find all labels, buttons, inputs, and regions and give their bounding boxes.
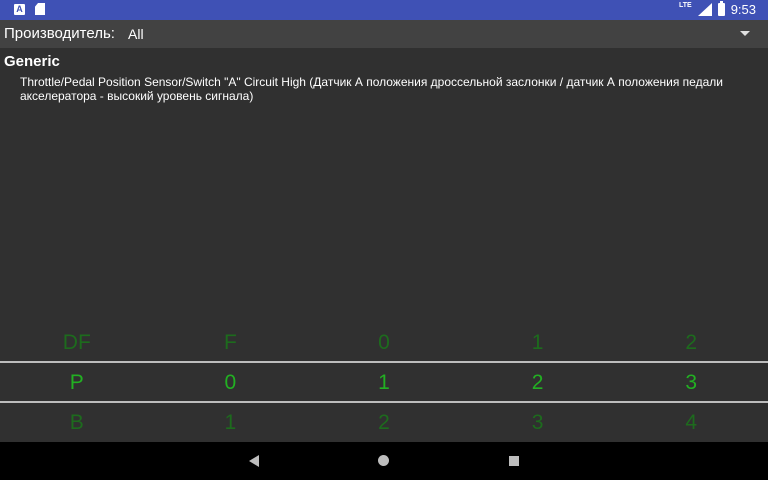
section-title: Generic <box>4 53 60 70</box>
picker-cell[interactable]: 0 <box>307 324 461 362</box>
picker-divider-bottom <box>0 401 768 403</box>
picker-cell[interactable]: 1 <box>461 324 615 362</box>
status-right-icons: LTE 9:53 <box>678 1 756 17</box>
picker-cell-selected[interactable]: 0 <box>154 364 308 402</box>
picker-cell-selected[interactable]: P <box>0 364 154 402</box>
picker-cell[interactable]: B <box>0 404 154 442</box>
picker-row-selected: P 0 1 2 3 <box>0 364 768 402</box>
picker-cell[interactable]: 4 <box>614 404 768 442</box>
picker-cell-selected[interactable]: 2 <box>461 364 615 402</box>
clock: 9:53 <box>730 2 756 17</box>
status-left-icons: A <box>14 3 45 15</box>
picker-cell[interactable]: DF <box>0 324 154 362</box>
signal-icon <box>697 3 712 16</box>
manufacturer-label: Производитель: <box>4 25 115 42</box>
manufacturer-value[interactable]: All <box>128 26 144 42</box>
dropdown-arrow-icon[interactable] <box>740 31 750 36</box>
status-bar: A LTE 9:53 <box>0 0 768 20</box>
app-screen: A LTE 9:53 Производитель: All Generic Th… <box>0 0 768 480</box>
sd-card-icon <box>35 3 45 15</box>
picker-cell[interactable]: 3 <box>461 404 615 442</box>
picker-cell[interactable]: 2 <box>307 404 461 442</box>
recent-apps-icon[interactable] <box>509 456 519 466</box>
network-type-label: LTE <box>678 2 692 9</box>
picker-divider-top <box>0 361 768 363</box>
picker-row-previous: DF F 0 1 2 <box>0 324 768 362</box>
picker-row-next: B 1 2 3 4 <box>0 404 768 442</box>
a-notification-icon: A <box>14 3 25 15</box>
picker-cell[interactable]: F <box>154 324 308 362</box>
picker-cell-selected[interactable]: 1 <box>307 364 461 402</box>
picker-cell-selected[interactable]: 3 <box>614 364 768 402</box>
code-picker[interactable]: DF F 0 1 2 P 0 1 2 3 B 1 2 3 4 <box>0 324 768 442</box>
manufacturer-selector[interactable]: Производитель: All <box>0 20 768 48</box>
back-icon[interactable] <box>249 455 259 467</box>
navigation-bar <box>0 442 768 480</box>
picker-cell[interactable]: 1 <box>154 404 308 442</box>
home-icon[interactable] <box>378 455 389 466</box>
battery-icon <box>717 1 725 16</box>
code-description: Throttle/Pedal Position Sensor/Switch "A… <box>20 75 723 103</box>
picker-cell[interactable]: 2 <box>614 324 768 362</box>
